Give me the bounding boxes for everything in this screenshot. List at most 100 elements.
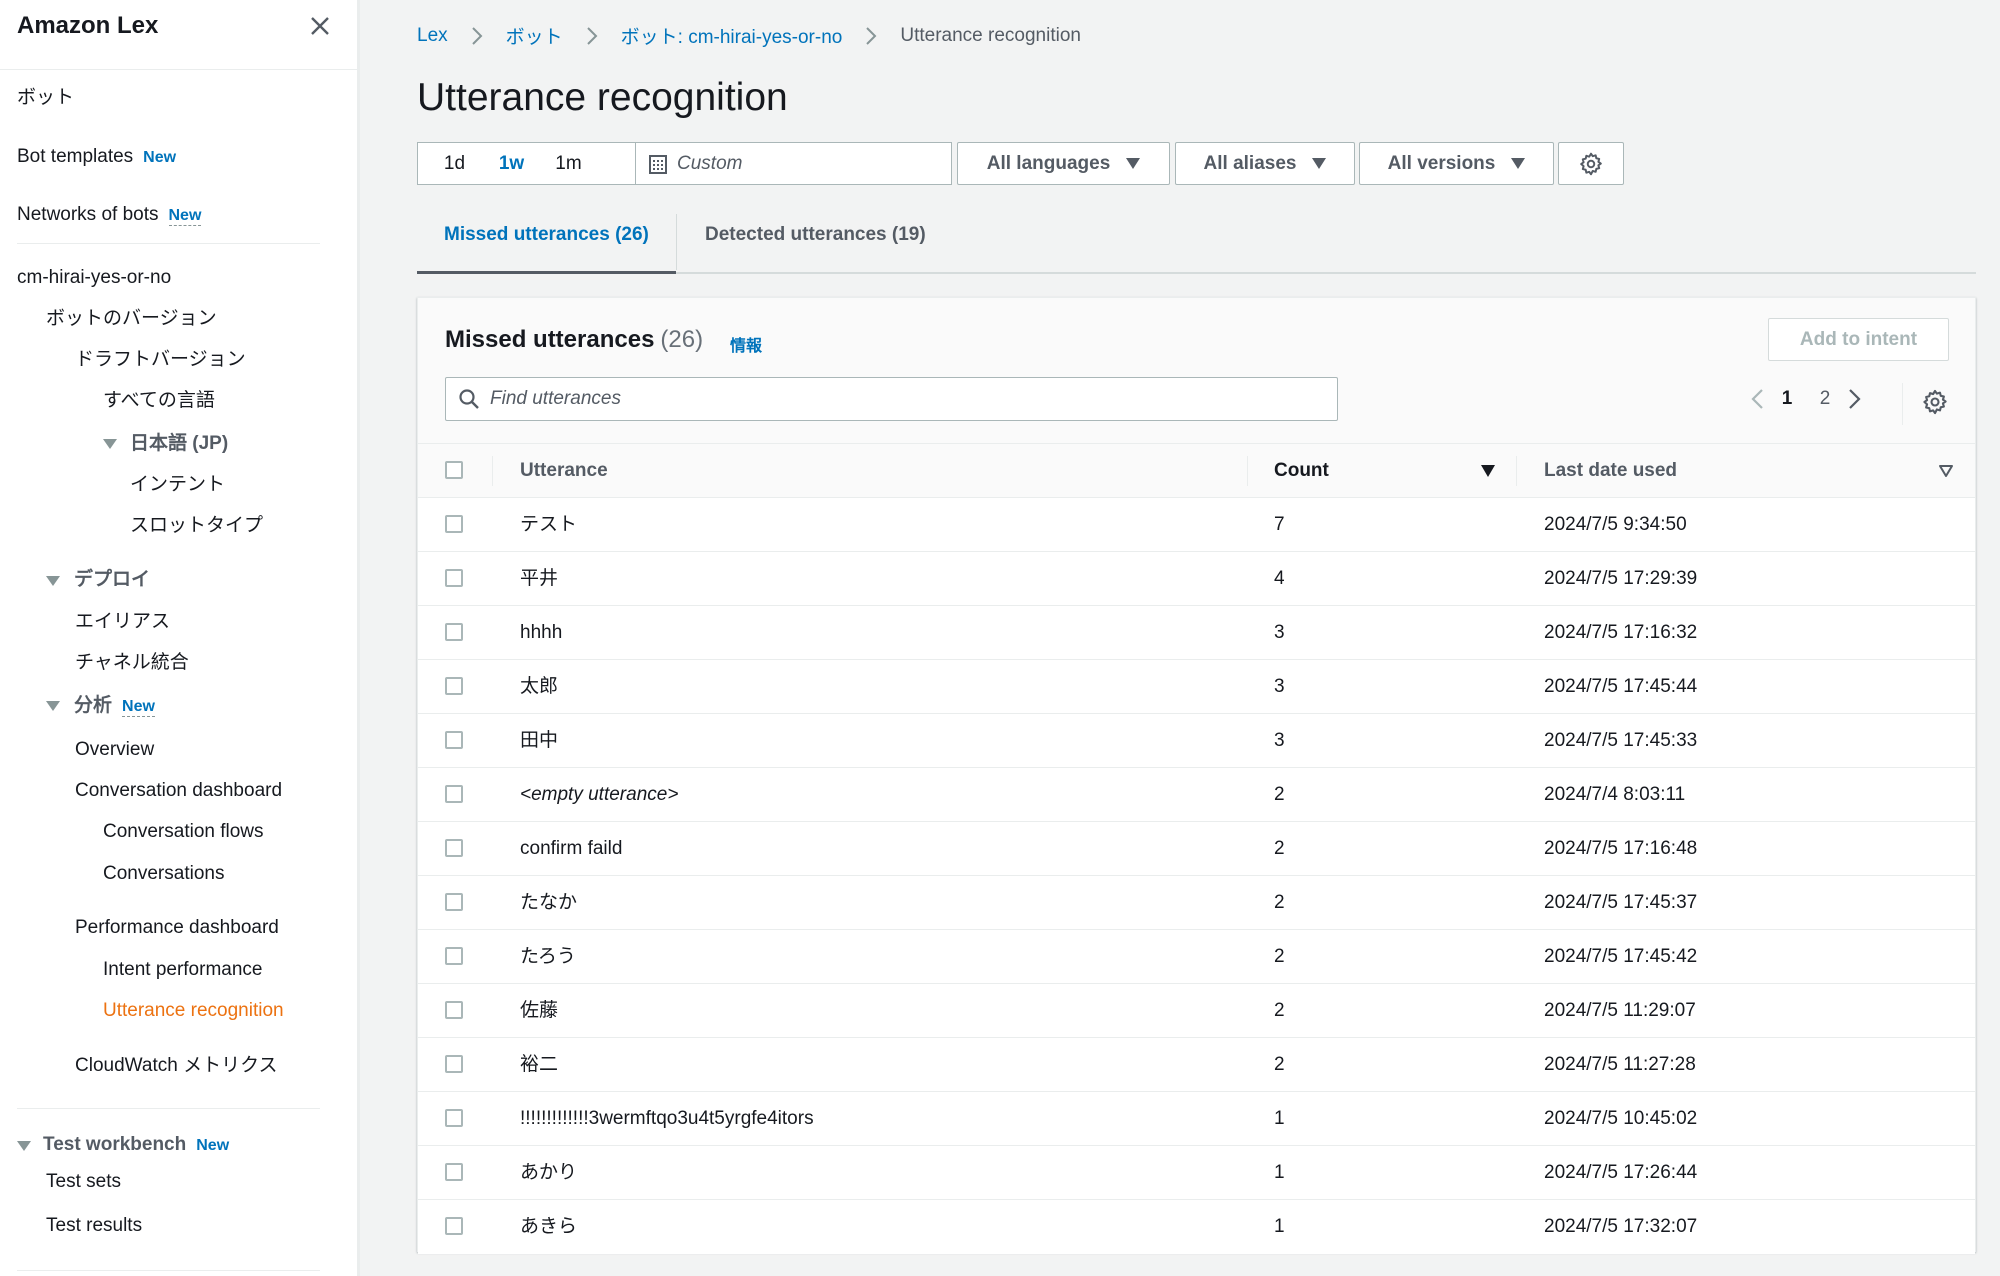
row-checkbox[interactable] (445, 731, 463, 749)
range-1d[interactable]: 1d (426, 143, 483, 184)
expand-triangle-icon[interactable] (46, 701, 60, 711)
close-icon[interactable] (306, 12, 334, 40)
add-to-intent-button[interactable]: Add to intent (1768, 318, 1949, 361)
row-checkbox[interactable] (445, 785, 463, 803)
row-checkbox[interactable] (445, 623, 463, 641)
row-checkbox[interactable] (445, 1163, 463, 1181)
new-badge[interactable]: New (122, 698, 155, 717)
breadcrumb-lex[interactable]: Lex (417, 25, 448, 47)
chevron-right-icon[interactable] (1844, 387, 1864, 411)
custom-range-input[interactable]: Custom (635, 143, 952, 184)
nav-channel-integrations[interactable]: チャネル統合 (75, 651, 189, 675)
row-checkbox[interactable] (445, 677, 463, 695)
table-row[interactable]: 平井 4 2024/7/5 17:29:39 (418, 552, 1975, 606)
expand-triangle-icon[interactable] (46, 576, 60, 586)
table-row[interactable]: 佐藤 2 2024/7/5 11:29:07 (418, 984, 1975, 1038)
cell-last-date-used: 2024/7/5 17:32:07 (1544, 1216, 1698, 1237)
page-title: Utterance recognition (417, 76, 788, 119)
row-checkbox[interactable] (445, 947, 463, 965)
search-input[interactable] (490, 388, 1310, 410)
table-row[interactable]: たろう 2 2024/7/5 17:45:42 (418, 930, 1975, 984)
table-row[interactable]: 太郎 3 2024/7/5 17:45:44 (418, 660, 1975, 714)
page-1[interactable]: 1 (1768, 388, 1806, 410)
nav-intents[interactable]: インテント (130, 473, 225, 497)
nav-conversation-dashboard[interactable]: Conversation dashboard (75, 779, 282, 803)
nav-test-results[interactable]: Test results (46, 1214, 142, 1238)
row-checkbox[interactable] (445, 839, 463, 857)
tab-divider (676, 214, 677, 270)
row-checkbox[interactable] (445, 893, 463, 911)
nav-bots[interactable]: ボット (17, 86, 74, 110)
nav-performance-dashboard[interactable]: Performance dashboard (75, 916, 279, 940)
nav-overview[interactable]: Overview (75, 738, 154, 762)
table-row[interactable]: <empty utterance> 2 2024/7/4 8:03:11 (418, 768, 1975, 822)
nav-conversations[interactable]: Conversations (103, 862, 224, 886)
select-all-checkbox[interactable] (445, 461, 463, 479)
table-row[interactable]: 田中 3 2024/7/5 17:45:33 (418, 714, 1975, 768)
breadcrumb-bot[interactable]: ボット: cm-hirai-yes-or-no (621, 22, 843, 49)
column-divider (1247, 456, 1248, 486)
cell-count: 2 (1274, 784, 1285, 805)
settings-button[interactable] (1558, 142, 1624, 185)
sort-unsorted-icon[interactable] (1938, 464, 1954, 478)
table-preferences-gear-icon[interactable] (1921, 388, 1949, 416)
column-header-count[interactable]: Count (1274, 444, 1329, 497)
nav-aliases[interactable]: エイリアス (75, 610, 170, 634)
nav-networks-of-bots[interactable]: Networks of bots New (17, 203, 202, 228)
table-row[interactable]: あきら 1 2024/7/5 17:32:07 (418, 1200, 1975, 1254)
table-row[interactable]: hhhh 3 2024/7/5 17:16:32 (418, 606, 1975, 660)
table-row[interactable]: !!!!!!!!!!!!!3wermftqo3u4t5yrgfe4itors 1 2… (418, 1092, 1975, 1146)
nav-test-workbench[interactable]: Test workbench New (43, 1133, 229, 1158)
tab-missed-utterances[interactable]: Missed utterances (26) (417, 214, 676, 274)
nav-cloudwatch-metrics[interactable]: CloudWatch メトリクス (75, 1054, 278, 1078)
nav-draft-version[interactable]: ドラフトバージョン (75, 348, 246, 372)
cell-last-date-used: 2024/7/5 17:45:33 (1544, 730, 1698, 751)
table-row[interactable]: たなか 2 2024/7/5 17:45:37 (418, 876, 1975, 930)
aliases-dropdown[interactable]: All aliases (1175, 142, 1355, 185)
nav-deploy[interactable]: デプロイ (74, 568, 150, 592)
expand-triangle-icon[interactable] (17, 1141, 31, 1151)
row-checkbox[interactable] (445, 1055, 463, 1073)
nav-analytics[interactable]: 分析 New (74, 694, 155, 719)
expand-triangle-icon[interactable] (103, 439, 117, 449)
page-2[interactable]: 2 (1806, 388, 1844, 410)
nav-bot-templates[interactable]: Bot templates New (17, 145, 176, 170)
row-checkbox[interactable] (445, 1109, 463, 1127)
tab-bar: Missed utterances (26) Detected utteranc… (417, 214, 1976, 274)
table-row[interactable]: confirm faild 2 2024/7/5 17:16:48 (418, 822, 1975, 876)
row-checkbox[interactable] (445, 1217, 463, 1235)
cell-count: 4 (1274, 568, 1285, 589)
table-row[interactable]: 裕二 2 2024/7/5 11:27:28 (418, 1038, 1975, 1092)
new-badge[interactable]: New (168, 207, 202, 226)
breadcrumb-bots[interactable]: ボット (506, 22, 563, 49)
nav-japanese[interactable]: 日本語 (JP) (130, 432, 228, 456)
column-header-last-date-used[interactable]: Last date used (1544, 444, 1677, 497)
column-header-utterance[interactable]: Utterance (520, 444, 608, 497)
cell-utterance: たろう (520, 946, 576, 967)
nav-slot-types[interactable]: スロットタイプ (130, 514, 263, 538)
range-1m[interactable]: 1m (540, 143, 597, 184)
nav-conversation-flows[interactable]: Conversation flows (103, 820, 264, 844)
row-checkbox[interactable] (445, 1001, 463, 1019)
row-checkbox[interactable] (445, 515, 463, 533)
nav-networks-label: Networks of bots (17, 204, 159, 225)
table-row[interactable]: テスト 7 2024/7/5 9:34:50 (418, 498, 1975, 552)
divider (17, 1108, 320, 1109)
nav-intent-performance[interactable]: Intent performance (103, 958, 262, 982)
tab-detected-utterances[interactable]: Detected utterances (19) (705, 214, 926, 274)
versions-dropdown[interactable]: All versions (1359, 142, 1554, 185)
chevron-left-icon[interactable] (1748, 387, 1768, 411)
languages-dropdown[interactable]: All languages (957, 142, 1170, 185)
range-1w[interactable]: 1w (483, 143, 540, 184)
info-link[interactable]: 情報 (730, 332, 762, 356)
nav-all-languages[interactable]: すべての言語 (103, 389, 215, 413)
pagination-divider (1902, 383, 1903, 425)
cell-last-date-used: 2024/7/4 8:03:11 (1544, 784, 1686, 805)
table-row[interactable]: あかり 1 2024/7/5 17:26:44 (418, 1146, 1975, 1200)
nav-test-sets[interactable]: Test sets (46, 1170, 121, 1194)
row-checkbox[interactable] (445, 569, 463, 587)
sort-descending-icon[interactable] (1481, 465, 1495, 477)
nav-bot-name[interactable]: cm-hirai-yes-or-no (17, 266, 171, 290)
nav-bot-versions[interactable]: ボットのバージョン (46, 307, 217, 331)
nav-utterance-recognition[interactable]: Utterance recognition (103, 999, 284, 1023)
